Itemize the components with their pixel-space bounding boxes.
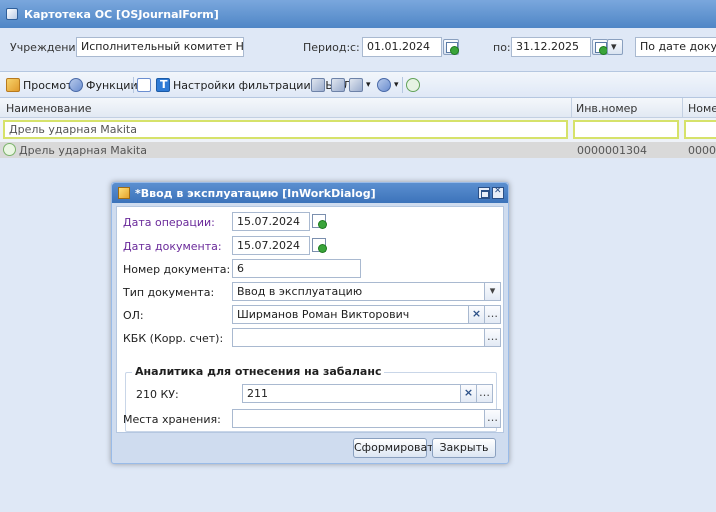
- to-date-field[interactable]: 31.12.2025: [511, 37, 591, 57]
- date-mode-select[interactable]: По дате докумен: [635, 37, 716, 57]
- grid-filter-row: Дрель ударная Makita: [0, 118, 716, 142]
- document-date-field[interactable]: 15.07.2024: [232, 236, 310, 255]
- maximize-icon[interactable]: [478, 187, 490, 199]
- row-inv: 0000001304: [577, 144, 647, 157]
- chevron-down-icon: ▾: [366, 80, 371, 90]
- dialog-icon: [118, 187, 130, 199]
- ku-label: 210 КУ:: [136, 388, 179, 401]
- column-header-inv[interactable]: Инв.номер: [576, 102, 637, 115]
- chevron-down-icon[interactable]: ▾: [485, 282, 501, 301]
- ku-field[interactable]: 211: [242, 384, 461, 403]
- to-label: по:: [493, 41, 511, 54]
- dialog-titlebar[interactable]: *Ввод в эксплуатацию [InWorkDialog]: [112, 183, 508, 203]
- window-titlebar: Картотека ОС [OSJournalForm]: [0, 0, 716, 28]
- column-divider[interactable]: [571, 98, 572, 118]
- in-work-dialog: *Ввод в эксплуатацию [InWorkDialog] Дата…: [111, 182, 509, 464]
- operation-date-field[interactable]: 15.07.2024: [232, 212, 310, 231]
- app-icon: [6, 8, 18, 20]
- view-icon: [6, 78, 20, 92]
- from-label: с:: [350, 41, 360, 54]
- dialog-title: *Ввод в эксплуатацию [InWorkDialog]: [135, 186, 376, 200]
- filter-icon: [156, 78, 170, 92]
- functions-label: Функции: [86, 78, 138, 92]
- more-dropdown[interactable]: ▾: [377, 77, 399, 93]
- column-divider[interactable]: [682, 98, 683, 118]
- copy-button[interactable]: [311, 77, 325, 93]
- settings-icon: [349, 78, 363, 92]
- calendar-button[interactable]: [331, 77, 345, 93]
- functions-icon: [69, 78, 83, 92]
- ol-field[interactable]: Ширманов Роман Викторович: [232, 305, 469, 324]
- from-calendar-icon[interactable]: [443, 39, 459, 55]
- table-row[interactable]: Дрель ударная Makita 0000001304 00000: [0, 142, 716, 158]
- row-number: 00000: [688, 144, 716, 157]
- institution-label: Учреждение:: [10, 41, 87, 54]
- refresh-icon: [406, 78, 420, 92]
- list-icon: [137, 78, 151, 92]
- to-calendar-icon[interactable]: [592, 39, 608, 55]
- ellipsis-icon[interactable]: …: [485, 328, 501, 347]
- ellipsis-icon[interactable]: …: [485, 409, 501, 428]
- document-number-field[interactable]: 6: [232, 259, 361, 278]
- number-filter-input[interactable]: [684, 120, 716, 139]
- kbk-label: КБК (Корр. счет):: [123, 332, 224, 345]
- document-type-select[interactable]: Ввод в эксплуатацию: [232, 282, 485, 301]
- document-type-label: Тип документа:: [123, 286, 215, 299]
- document-date-label: Дата документа:: [123, 240, 222, 253]
- dialog-body: Дата операции: 15.07.2024 Дата документа…: [116, 206, 504, 433]
- name-filter-input[interactable]: Дрель ударная Makita: [3, 120, 568, 139]
- ol-label: ОЛ:: [123, 309, 144, 322]
- toolbar: Просмотр Функции ▾ Настройки фильтрации:…: [0, 72, 716, 98]
- toolbar-separator: [402, 77, 403, 93]
- column-header-name[interactable]: Наименование: [6, 102, 91, 115]
- period-label: Период:: [303, 41, 351, 54]
- toolbar-separator: [133, 77, 134, 93]
- operation-date-label: Дата операции:: [123, 216, 215, 229]
- row-name: Дрель ударная Makita: [19, 144, 147, 157]
- copy-icon: [311, 78, 325, 92]
- storage-label: Места хранения:: [123, 413, 221, 426]
- clear-icon[interactable]: ×: [461, 384, 477, 403]
- analytics-legend: Аналитика для отнесения на забаланс: [132, 365, 385, 378]
- status-icon: [3, 143, 16, 156]
- storage-field[interactable]: [232, 409, 485, 428]
- institution-field[interactable]: Исполнительный комитет Новопо: [76, 37, 244, 57]
- document-number-label: Номер документа:: [123, 263, 231, 276]
- close-icon[interactable]: [492, 186, 504, 199]
- actions-dropdown[interactable]: ▾: [349, 77, 371, 93]
- list-button[interactable]: [137, 77, 151, 93]
- clear-icon[interactable]: ×: [469, 305, 485, 324]
- column-header-number[interactable]: Номер: [688, 102, 716, 115]
- generate-button[interactable]: Сформировать: [353, 438, 440, 458]
- filter-bar: Учреждение: Исполнительный комитет Новоп…: [0, 28, 716, 72]
- operation-date-calendar-icon[interactable]: [312, 214, 327, 229]
- ellipsis-icon[interactable]: …: [477, 384, 493, 403]
- chevron-down-icon[interactable]: [607, 39, 623, 55]
- ellipsis-icon[interactable]: …: [485, 305, 501, 324]
- kbk-field[interactable]: [232, 328, 485, 347]
- from-date-field[interactable]: 01.01.2024: [362, 37, 442, 57]
- document-date-calendar-icon[interactable]: [312, 238, 327, 253]
- calendar-icon: [331, 78, 345, 92]
- close-button[interactable]: Закрыть: [432, 438, 496, 458]
- more-icon: [377, 78, 391, 92]
- window-title: Картотека ОС [OSJournalForm]: [24, 7, 219, 21]
- inv-filter-input[interactable]: [573, 120, 679, 139]
- chevron-down-icon: ▾: [394, 80, 399, 90]
- grid-header: Наименование Инв.номер Номер: [0, 98, 716, 118]
- refresh-button[interactable]: [406, 77, 420, 93]
